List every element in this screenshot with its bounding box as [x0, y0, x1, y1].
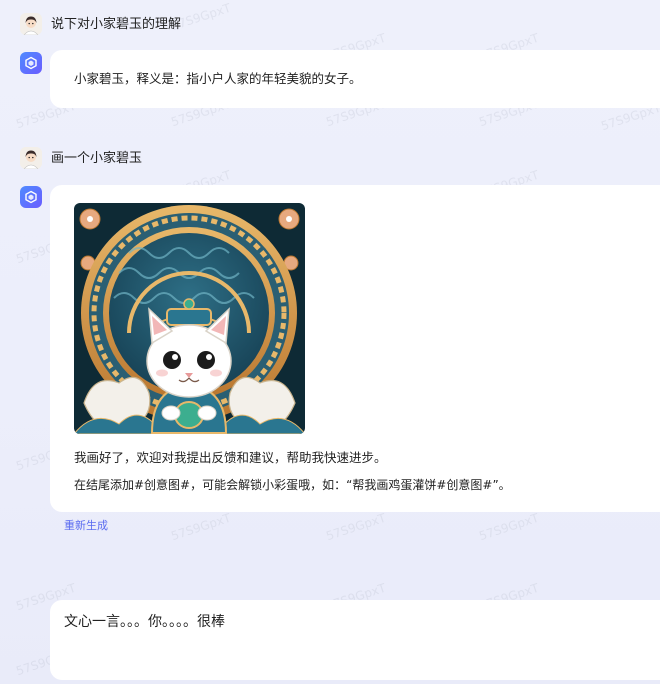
- regenerate-button[interactable]: 重新生成: [64, 517, 108, 533]
- generated-image[interactable]: [74, 203, 305, 434]
- bot-avatar-icon: [20, 52, 42, 74]
- user-message: 说下对小家碧玉的理解: [51, 17, 182, 32]
- chat-input-box[interactable]: [50, 600, 660, 680]
- chat-input-field[interactable]: 文心一言。。。你。。。。很棒: [64, 613, 225, 631]
- watermark: 57S9GpxT: [324, 510, 388, 544]
- bot-reply-text: 小家碧玉，释义是：指小户人家的年轻美貌的女子。: [74, 71, 362, 86]
- watermark: 57S9GpxT: [169, 510, 233, 544]
- watermark: 57S9GpxT: [477, 510, 541, 544]
- bot-avatar-icon: [20, 186, 42, 208]
- user-avatar-icon: [20, 13, 42, 35]
- bot-reply-text: 我画好了，欢迎对我提出反馈和建议，帮助我快速进步。: [74, 450, 387, 465]
- user-message: 画一个小家碧玉: [51, 151, 143, 166]
- user-avatar-icon: [20, 147, 42, 169]
- bot-reply-hint: 在结尾添加#创意图#，可能会解锁小彩蛋哦，如：“帮我画鸡蛋灌饼#创意图#”。: [74, 478, 511, 492]
